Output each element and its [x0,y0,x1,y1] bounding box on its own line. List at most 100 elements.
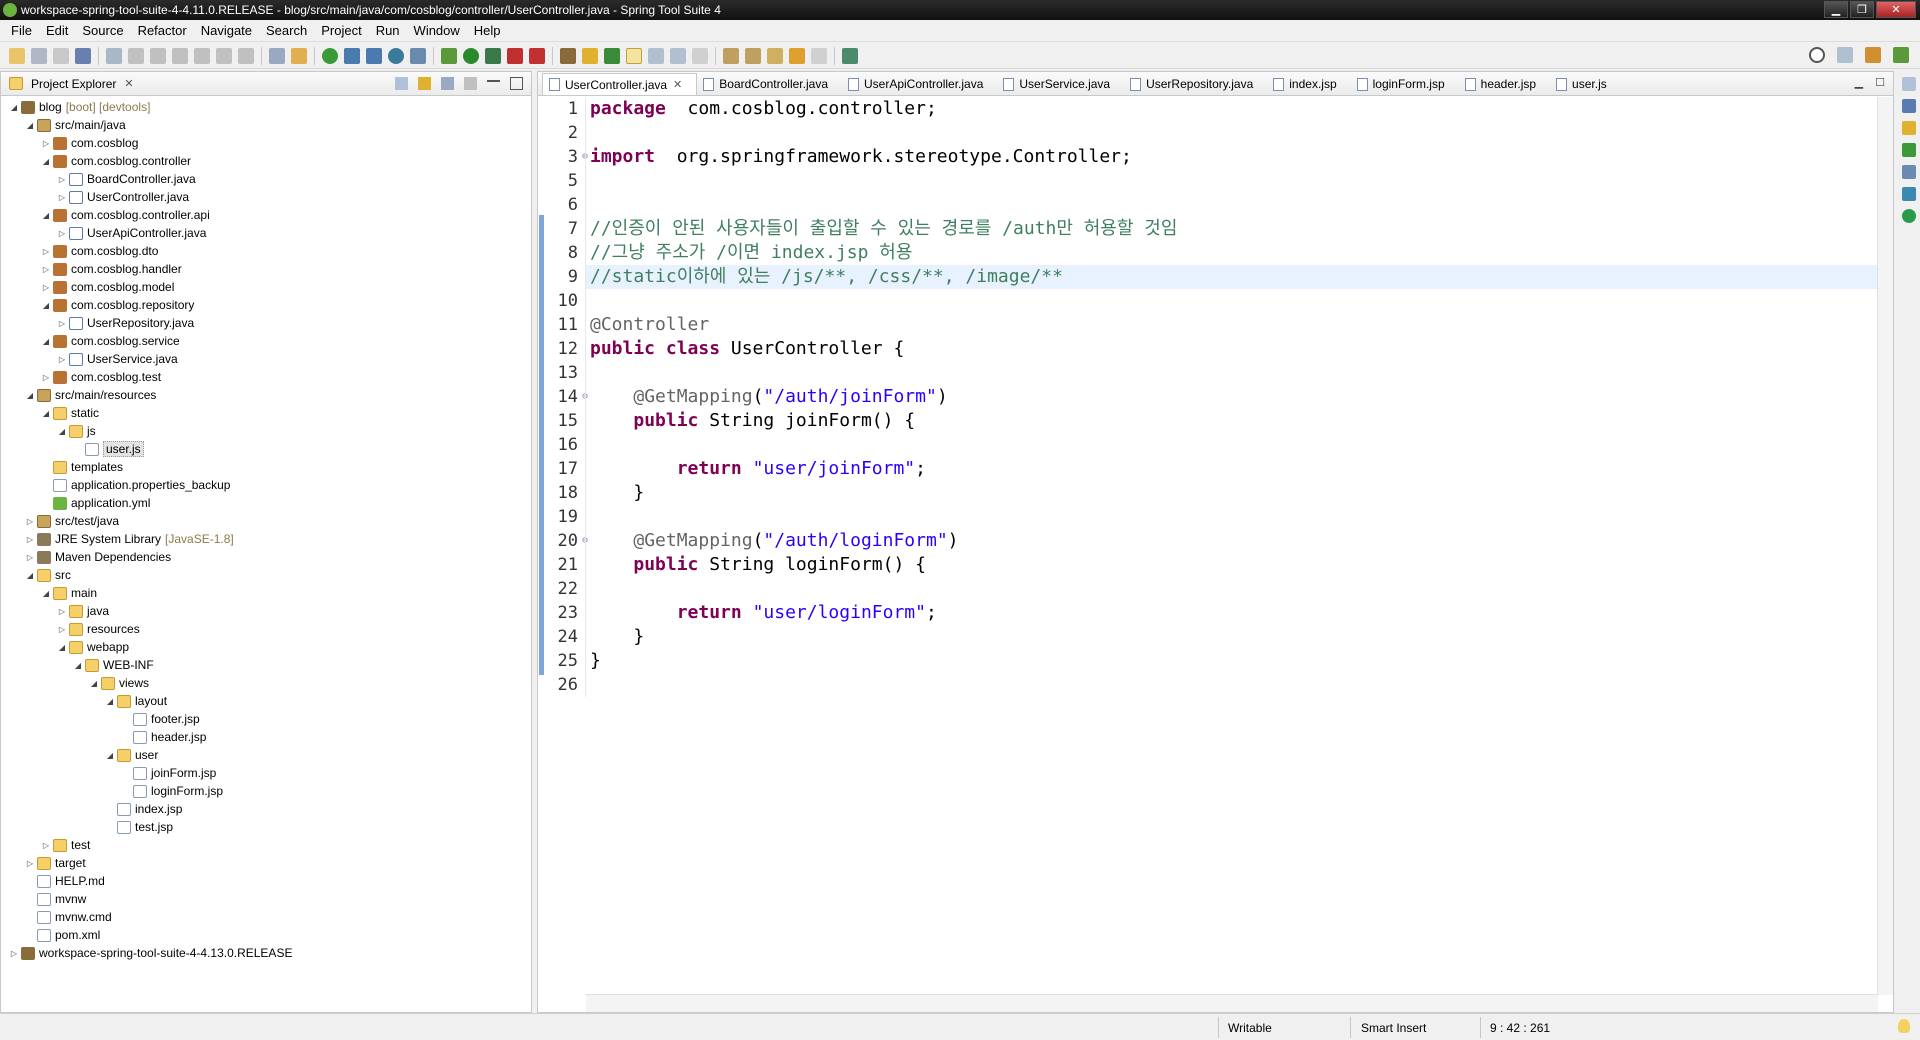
collapsed-twisty-icon[interactable]: ▷ [9,949,19,958]
expanded-twisty-icon[interactable]: ◢ [25,571,35,580]
run-icon[interactable] [463,47,479,64]
search-icon[interactable] [1809,47,1825,63]
tree-item[interactable]: HELP.md [1,872,531,890]
expanded-twisty-icon[interactable]: ◢ [41,157,51,166]
tree-item[interactable]: ◢ layout [1,692,531,710]
collapsed-twisty-icon[interactable]: ▷ [41,247,51,256]
expanded-twisty-icon[interactable]: ◢ [41,301,51,310]
tree-item[interactable]: ◢ blog [boot] [devtools] [1,98,531,116]
maximize-button[interactable]: ❐ [1850,1,1874,18]
code-line[interactable]: @Controller [586,313,1878,337]
relaunch-icon[interactable] [529,47,545,64]
menu-run[interactable]: Run [369,23,407,38]
expanded-twisty-icon[interactable]: ◢ [41,211,51,220]
tree-item[interactable]: ▷ UserService.java [1,350,531,368]
expanded-twisty-icon[interactable]: ◢ [73,661,83,670]
expanded-twisty-icon[interactable]: ◢ [41,337,51,346]
tree-item[interactable]: ◢ com.cosblog.controller [1,152,531,170]
next-edit-location-icon[interactable] [723,47,739,64]
tip-lightbulb-icon[interactable] [1898,1019,1910,1033]
toggle-block-selection-icon[interactable] [648,47,664,64]
last-edit-location-icon[interactable] [767,47,783,64]
save-all-icon[interactable] [53,47,69,64]
collapsed-twisty-icon[interactable]: ▷ [41,373,51,382]
save-icon[interactable] [31,47,47,64]
outline-icon[interactable] [1902,99,1916,113]
expanded-twisty-icon[interactable]: ◢ [25,391,35,400]
tree-item[interactable]: ▷ JRE System Library [JavaSE-1.8] [1,530,531,548]
code-line[interactable] [586,289,1878,313]
open-type-icon[interactable] [410,47,426,64]
code-line[interactable]: //인증이 안된 사용자들이 출입할 수 있는 경로를 /auth만 허용할 것… [586,217,1878,241]
tree-item[interactable]: ◢ views [1,674,531,692]
menu-navigate[interactable]: Navigate [194,23,259,38]
restore-icon[interactable] [1902,77,1916,91]
collapsed-twisty-icon[interactable]: ▷ [41,139,51,148]
expanded-twisty-icon[interactable]: ◢ [105,697,115,706]
forward-icon[interactable] [811,47,827,64]
code-line[interactable]: } [586,649,1878,673]
code-editor[interactable]: 1 2 3 ⊕ 5 6 7 8 9 10 11 12 13 14 ⊖ 15 16 17 18 19 20 ⊖ 21 22 23 2… [538,97,1878,995]
coverage-icon[interactable] [485,47,501,64]
code-line[interactable]: @GetMapping("/auth/joinForm") [586,385,1878,409]
filter-icon[interactable] [441,77,454,90]
task-list-icon[interactable] [1902,121,1916,135]
open-web-browser-icon[interactable] [388,47,404,64]
tree-item[interactable]: ◢ WEB-INF [1,656,531,674]
next-annotation-icon[interactable] [604,47,620,64]
insert-mode-status[interactable]: Smart Insert [1361,1021,1426,1035]
collapsed-twisty-icon[interactable]: ▷ [57,625,67,634]
collapsed-twisty-icon[interactable]: ▷ [57,175,67,184]
expanded-twisty-icon[interactable]: ◢ [105,751,115,760]
code-line[interactable] [586,577,1878,601]
collapsed-twisty-icon[interactable]: ▷ [25,517,35,526]
editor-tab[interactable]: UserController.java ✕ [542,73,698,95]
disconnect-icon[interactable] [172,47,188,64]
tree-item[interactable]: ▷ Maven Dependencies [1,548,531,566]
tree-item[interactable]: ▷ java [1,602,531,620]
previous-edit-location-icon[interactable] [745,47,761,64]
tree-item[interactable]: ▷ test [1,836,531,854]
vertical-scrollbar[interactable] [1877,97,1893,995]
expanded-twisty-icon[interactable]: ◢ [89,679,99,688]
horizontal-scrollbar[interactable] [586,994,1878,1012]
suspend-icon[interactable] [128,47,144,64]
tree-item[interactable]: user.js [1,440,531,458]
step-return-icon[interactable] [238,47,254,64]
tree-item[interactable]: ▷ resources [1,620,531,638]
expanded-twisty-icon[interactable]: ◢ [57,643,67,652]
open-perspective-icon[interactable] [1837,47,1853,63]
spring-perspective-icon[interactable] [1893,47,1909,63]
collapsed-twisty-icon[interactable]: ▷ [41,265,51,274]
tree-item[interactable]: ◢ webapp [1,638,531,656]
tree-item[interactable]: ◢ src/main/java [1,116,531,134]
use-step-filters-icon[interactable] [291,47,307,64]
tree-item[interactable]: ▷ com.cosblog [1,134,531,152]
editor-tab[interactable]: BoardController.java [697,73,842,95]
boot-dashboard-icon[interactable] [322,47,338,64]
code-line[interactable]: //그냥 주소가 /이면 index.jsp 허용 [586,241,1878,265]
new-java-class-icon[interactable] [366,47,382,64]
expanded-twisty-icon[interactable]: ◢ [41,589,51,598]
debug-icon[interactable] [441,47,457,64]
expanded-twisty-icon[interactable]: ◢ [57,427,67,436]
code-lines[interactable]: package com.cosblog.controller; import or… [585,97,1878,697]
expanded-twisty-icon[interactable]: ◢ [9,103,19,112]
tree-item[interactable]: ▷ com.cosblog.model [1,278,531,296]
tree-item[interactable]: ◢ main [1,584,531,602]
collapsed-twisty-icon[interactable]: ▷ [41,283,51,292]
tree-item[interactable]: ▷ target [1,854,531,872]
editor-tab[interactable]: loginForm.jsp [1351,73,1459,95]
problems-icon[interactable] [1902,187,1916,201]
tree-item[interactable]: header.jsp [1,728,531,746]
spring-symbols-icon[interactable] [1902,143,1916,157]
back-icon[interactable] [789,47,805,64]
tree-item[interactable]: ▷ com.cosblog.handler [1,260,531,278]
menu-window[interactable]: Window [407,23,467,38]
code-line[interactable] [586,121,1878,145]
console-icon[interactable] [1902,165,1916,179]
close-tab-icon[interactable]: ✕ [673,78,682,91]
collapsed-twisty-icon[interactable]: ▷ [25,553,35,562]
code-line[interactable]: public String joinForm() { [586,409,1878,433]
code-line[interactable]: return "user/loginForm"; [586,601,1878,625]
